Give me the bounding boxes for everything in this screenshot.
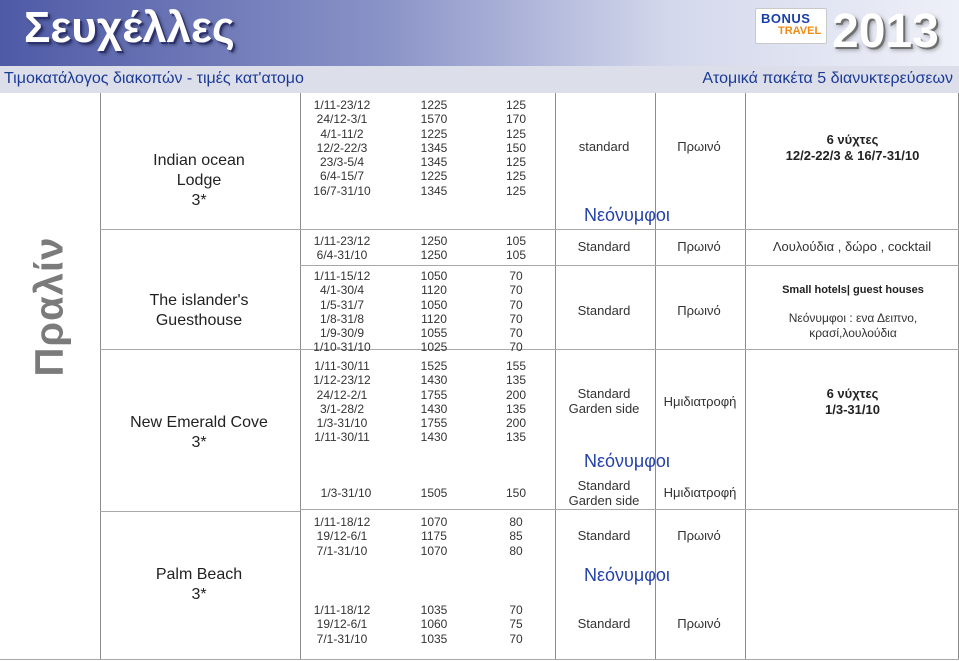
logo-line1: BONUS	[761, 11, 811, 26]
date-ranges: 1/11-23/12 24/12-3/1 4/1-11/2 12/2-22/3 …	[313, 98, 371, 198]
hotel-note: 6 νύχτες 12/2-22/3 & 16/7-31/10	[785, 132, 920, 163]
board-type: Ημιδιατροφή	[663, 394, 737, 409]
package-prices: 1225 1570 1225 1345 1345 1225 1345	[420, 98, 448, 198]
room-type: Standard	[577, 616, 631, 631]
package-prices: 1505	[420, 486, 448, 500]
hotel-note: 6 νύχτες 1/3-31/10	[825, 386, 880, 417]
row-divider	[300, 509, 959, 510]
room-type: Standard	[577, 528, 631, 543]
package-prices: 1035 1060 1035	[420, 603, 448, 646]
row-divider	[100, 229, 959, 230]
region-label: Πραλίν	[27, 236, 72, 377]
package-prices: 1070 1175 1070	[420, 515, 448, 558]
hotel-name: Palm Beach 3*	[155, 566, 243, 603]
hotel-note: Λουλούδια , δώρο , cocktail	[772, 239, 932, 254]
board-type: Πρωινό	[677, 528, 721, 543]
board-type: Ημιδιατροφή	[663, 485, 737, 500]
page-title: Σευχέλλες	[24, 3, 235, 52]
subtitle-right: Ατομικά πακέτα 5 διανυκτερεύσεων	[702, 70, 953, 87]
package-prices: 1250 1250	[420, 234, 448, 263]
extra-night-prices: 80 85 80	[509, 515, 523, 558]
year-label: 2013	[832, 5, 939, 58]
extra-night-prices: 70 70 70 70 70 70	[509, 269, 523, 355]
newlywed-label: Νεόνυμφοι	[584, 451, 670, 471]
logo-line2: TRAVEL	[778, 25, 822, 37]
package-prices: 1050 1120 1050 1120 1055 1025	[420, 269, 448, 355]
header-banner: Σευχέλλες BONUS TRAVEL 2013	[0, 0, 959, 66]
bonus-travel-logo: BONUS TRAVEL	[755, 8, 827, 44]
extra-night-prices: 70 75 70	[509, 603, 523, 646]
extra-night-prices: 155 135 200 135 200 135	[505, 359, 527, 445]
newlywed-label: Νεόνυμφοι	[584, 205, 670, 225]
divider	[300, 93, 301, 659]
date-ranges: 1/11-23/12 6/4-31/10	[313, 234, 371, 263]
board-type: Πρωινό	[677, 303, 721, 318]
date-ranges: 1/11-18/12 19/12-6/1 7/1-31/10	[313, 515, 371, 558]
hotel-name: Indian ocean Lodge 3*	[153, 152, 245, 209]
row-divider	[300, 265, 959, 266]
board-type: Πρωινό	[677, 139, 721, 154]
room-type: Standard	[577, 239, 631, 254]
extra-night-prices: 150	[505, 486, 527, 500]
board-type: Πρωινό	[677, 239, 721, 254]
extra-night-prices: 105 105	[505, 234, 527, 263]
date-ranges: 1/11-18/12 19/12-6/1 7/1-31/10	[313, 603, 371, 646]
row-divider	[0, 659, 959, 660]
date-ranges: 1/11-15/12 4/1-30/4 1/5-31/7 1/8-31/8 1/…	[313, 269, 371, 355]
hotel-name: The islander's Guesthouse	[149, 292, 249, 329]
date-ranges: 1/3-31/10	[320, 486, 372, 500]
row-divider	[100, 511, 300, 512]
divider	[555, 93, 556, 659]
extra-night-prices: 125 170 125 150 125 125 125	[505, 98, 527, 198]
subtitle-bar: Τιμοκατάλογος διακοπών - τιμές κατ'ατομο…	[0, 66, 959, 93]
date-ranges: 1/11-30/11 1/12-23/12 24/12-2/1 3/1-28/2…	[313, 359, 371, 445]
room-type: Standard Garden side	[568, 386, 640, 416]
divider	[745, 93, 746, 659]
divider	[100, 93, 101, 659]
hotel-note: Νεόνυμφοι : ενα Δειπνο, κρασί,λουλούδια	[788, 311, 918, 340]
hotel-category-note: Small hotels| guest houses	[782, 284, 924, 296]
hotel-name: New Emerald Cove 3*	[130, 414, 268, 451]
room-type: Standard	[577, 303, 631, 318]
price-table: Πραλίν Indian ocean Lodge 3* The islande…	[0, 93, 959, 661]
package-prices: 1525 1430 1755 1430 1755 1430	[420, 359, 448, 445]
board-type: Πρωινό	[677, 616, 721, 631]
room-type: Standard Garden side	[568, 478, 640, 508]
newlywed-label: Νεόνυμφοι	[584, 565, 670, 585]
room-type: standard	[578, 139, 630, 154]
subtitle-left: Τιμοκατάλογος διακοπών - τιμές κατ'ατομο	[4, 70, 304, 87]
